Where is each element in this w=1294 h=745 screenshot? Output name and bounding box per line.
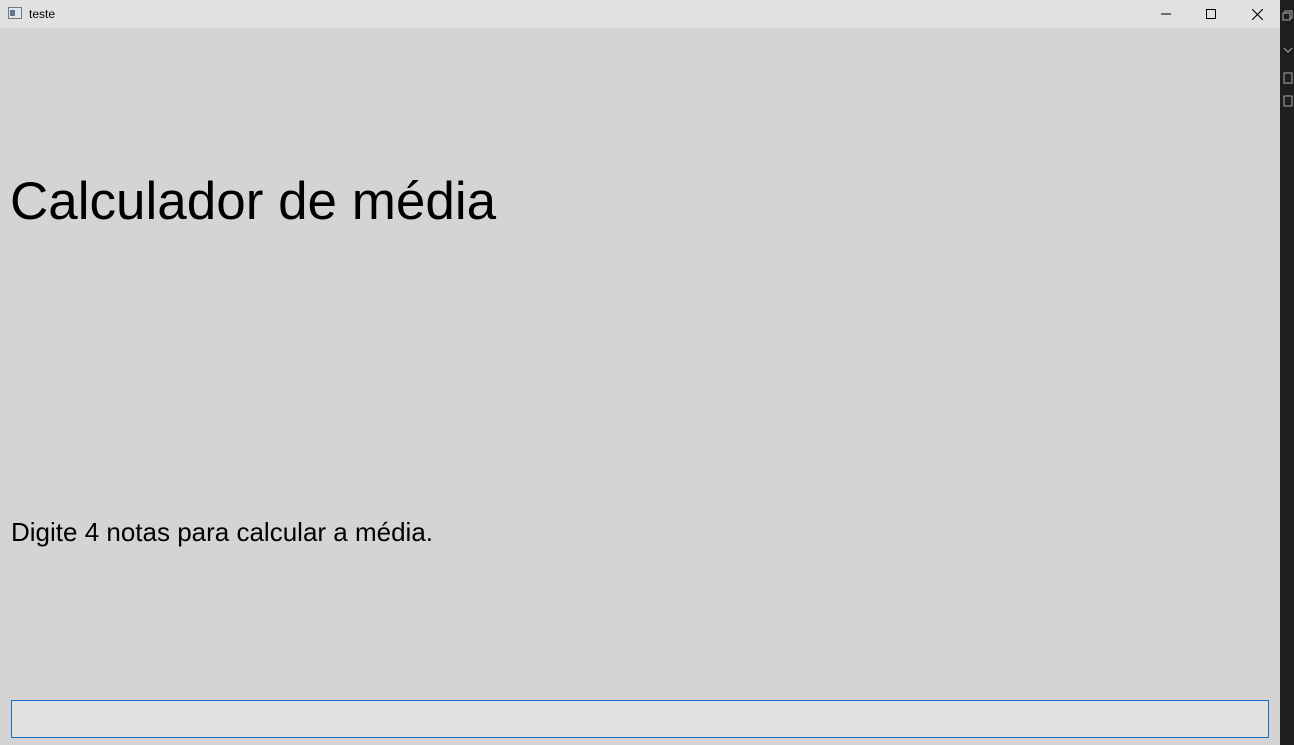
document-icon <box>1283 95 1293 107</box>
minimize-icon <box>1161 13 1171 15</box>
app-window: teste Calculador de média Digite 4 notas… <box>0 0 1280 745</box>
background-app-edge <box>1280 0 1294 745</box>
page-title: Calculador de média <box>10 172 497 231</box>
chevron-down-icon <box>1283 47 1293 53</box>
close-icon <box>1251 8 1263 20</box>
document-icon <box>1283 72 1293 84</box>
maximize-button[interactable] <box>1188 0 1234 28</box>
restore-icon <box>1282 10 1293 21</box>
close-button[interactable] <box>1234 0 1280 28</box>
maximize-icon <box>1206 9 1216 19</box>
window-app-icon <box>8 7 22 19</box>
minimize-button[interactable] <box>1143 0 1189 28</box>
instruction-text: Digite 4 notas para calcular a média. <box>11 517 434 547</box>
title-bar[interactable]: teste <box>0 0 1280 28</box>
grade-input[interactable] <box>11 700 1269 738</box>
window-title: teste <box>29 7 56 21</box>
